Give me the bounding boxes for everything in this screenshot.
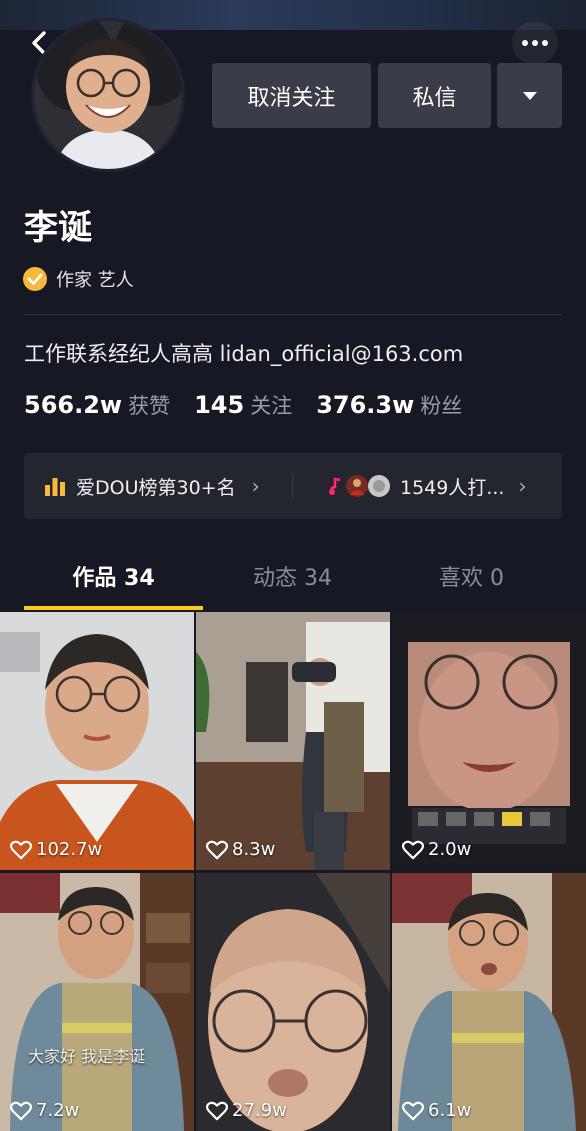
video-thumbnail[interactable]: 8.3w bbox=[196, 612, 390, 870]
video-thumbnail[interactable]: 大家好 我是李诞 7.2w bbox=[0, 873, 194, 1131]
content-tabs: 作品 34 动态 34 喜欢 0 bbox=[24, 548, 562, 610]
avatar-image bbox=[34, 21, 182, 169]
like-count: 2.0w bbox=[402, 839, 471, 860]
bar-chart-icon bbox=[45, 478, 65, 496]
stats-row: 566.2w 获赞 145 关注 376.3w 粉丝 bbox=[24, 390, 486, 420]
heart-icon bbox=[402, 840, 424, 859]
tab-likes[interactable]: 喜欢 0 bbox=[382, 548, 561, 610]
video-thumbnail[interactable]: 6.1w bbox=[392, 873, 586, 1131]
ranking-text: 爱DOU榜第30+名 bbox=[76, 476, 236, 499]
video-thumbnail[interactable]: 102.7w bbox=[0, 612, 194, 870]
promo-separator bbox=[292, 474, 293, 498]
ranking-link[interactable]: 爱DOU榜第30+名 › bbox=[44, 453, 260, 519]
message-button[interactable]: 私信 bbox=[378, 63, 491, 128]
tab-works[interactable]: 作品 34 bbox=[24, 548, 203, 610]
stat-value: 145 bbox=[194, 391, 245, 419]
avatar[interactable] bbox=[31, 18, 185, 172]
active-tab-indicator bbox=[24, 606, 203, 610]
video-caption: 大家好 我是李诞 bbox=[28, 1047, 146, 1066]
profile-bio: 工作联系经纪人高高 lidan_official@163.com bbox=[24, 342, 464, 366]
like-count-value: 6.1w bbox=[428, 1100, 472, 1121]
unfollow-button[interactable]: 取消关注 bbox=[212, 63, 371, 128]
divider bbox=[24, 314, 562, 315]
like-count-value: 27.9w bbox=[232, 1100, 287, 1121]
stat-label: 粉丝 bbox=[420, 394, 463, 418]
verified-badge-icon bbox=[23, 267, 47, 291]
stat-label: 获赞 bbox=[128, 394, 171, 418]
like-count: 8.3w bbox=[206, 839, 275, 860]
caret-down-icon bbox=[522, 91, 537, 100]
like-count-value: 102.7w bbox=[36, 839, 103, 860]
chevron-right-icon: › bbox=[518, 474, 527, 498]
chevron-right-icon: › bbox=[251, 474, 260, 498]
video-thumbnail[interactable]: 27.9w bbox=[196, 873, 390, 1131]
heart-icon bbox=[10, 1101, 32, 1120]
video-cover-image bbox=[392, 873, 586, 1131]
heart-icon bbox=[10, 840, 32, 859]
stat-likes[interactable]: 566.2w 获赞 bbox=[24, 390, 170, 420]
tab-moments[interactable]: 动态 34 bbox=[203, 548, 382, 610]
like-count: 102.7w bbox=[10, 839, 102, 860]
stat-followers[interactable]: 376.3w 粉丝 bbox=[316, 390, 462, 420]
video-cover-image bbox=[392, 612, 586, 870]
fan-support-link[interactable]: 1549人打... › bbox=[322, 453, 526, 519]
video-cover-image bbox=[0, 612, 194, 870]
more-dot-icon bbox=[522, 40, 528, 46]
like-count-value: 2.0w bbox=[428, 839, 472, 860]
like-count-value: 8.3w bbox=[232, 839, 276, 860]
recommend-dropdown-button[interactable] bbox=[497, 63, 562, 128]
stat-following[interactable]: 145 关注 bbox=[194, 390, 292, 420]
stat-label: 关注 bbox=[250, 394, 293, 418]
heart-icon bbox=[206, 840, 228, 859]
more-dot-icon bbox=[532, 40, 538, 46]
like-count: 6.1w bbox=[402, 1100, 471, 1121]
like-count: 27.9w bbox=[206, 1100, 287, 1121]
verification-text: 作家 艺人 bbox=[56, 270, 134, 291]
heart-icon bbox=[206, 1101, 228, 1120]
like-count: 7.2w bbox=[10, 1100, 79, 1121]
more-dot-icon bbox=[542, 40, 548, 46]
video-cover-image bbox=[0, 873, 194, 1131]
video-cover-image bbox=[196, 612, 390, 870]
fan-avatars-icon bbox=[324, 475, 390, 497]
heart-icon bbox=[402, 1101, 424, 1120]
like-count-value: 7.2w bbox=[36, 1100, 80, 1121]
stat-value: 376.3w bbox=[316, 391, 415, 419]
video-thumbnail[interactable]: 2.0w bbox=[392, 612, 586, 870]
more-options-button[interactable] bbox=[512, 22, 558, 64]
verification-row: 作家 艺人 bbox=[22, 266, 134, 292]
video-grid: 102.7w 8.3w 2.0w 大家好 我是李诞 7.2w 27.9w 6.1… bbox=[0, 612, 586, 1131]
fan-support-text: 1549人打... bbox=[400, 476, 505, 499]
profile-name: 李诞 bbox=[24, 208, 92, 248]
stat-value: 566.2w bbox=[24, 391, 123, 419]
promo-bar: 爱DOU榜第30+名 › 1549人打... › bbox=[24, 453, 562, 519]
video-cover-image bbox=[196, 873, 390, 1131]
